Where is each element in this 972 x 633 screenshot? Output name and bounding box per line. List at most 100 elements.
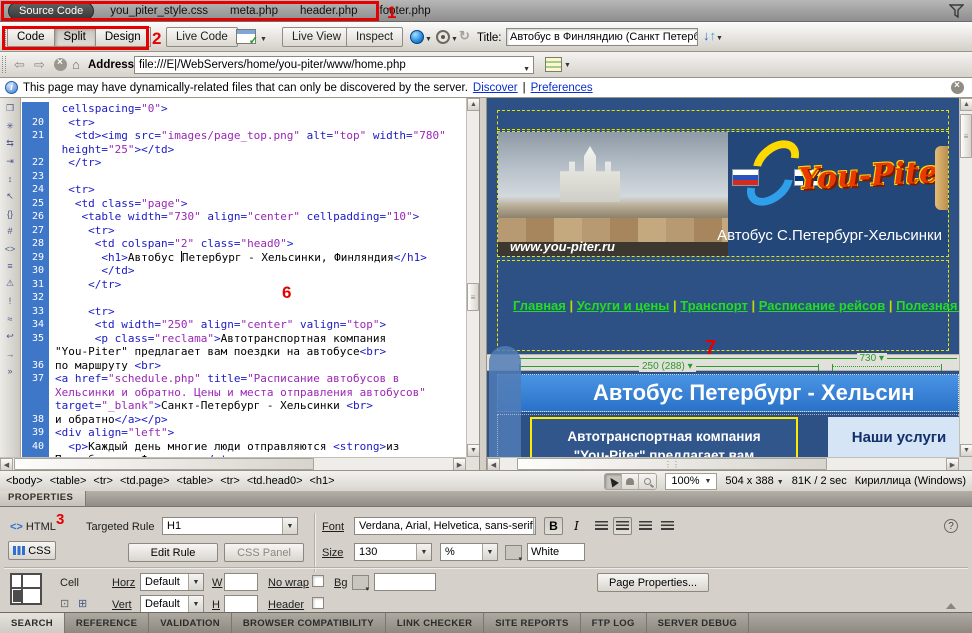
code-line[interactable]: 39<div align="left"> xyxy=(22,426,466,440)
tag-selector-item[interactable]: <table> xyxy=(50,475,87,487)
code-line[interactable]: 26 <table width="730" align="center" cel… xyxy=(22,210,466,224)
code-line[interactable]: 34 <td width="250" align="center" valign… xyxy=(22,318,466,332)
page-properties-button[interactable]: Page Properties... xyxy=(597,573,709,592)
vert-select[interactable]: Default▼ xyxy=(140,595,204,613)
edit-rule-button[interactable]: Edit Rule xyxy=(128,543,218,562)
code-line[interactable]: 35 <p class="reclama">Автотранспортная к… xyxy=(22,332,466,346)
no-wrap-checkbox[interactable] xyxy=(312,575,324,587)
italic-button[interactable]: I xyxy=(567,517,586,535)
nav-link-услуги-и-цены[interactable]: Услуги и цены xyxy=(577,298,670,313)
code-line[interactable]: 28 <td colspan="2" class="head0"> xyxy=(22,237,466,251)
code-line[interactable]: 30 </td> xyxy=(22,264,466,278)
inner-column-width-label[interactable]: 250 (288) ▾ xyxy=(639,361,696,372)
discover-link[interactable]: Discover xyxy=(473,82,518,94)
window-size-value[interactable]: 504 x 388 ▼ xyxy=(725,475,783,487)
expand-all-icon[interactable]: ↕ xyxy=(2,171,19,186)
hand-tool-icon[interactable] xyxy=(622,474,639,489)
visual-aids-dropdown-icon[interactable]: ▼ xyxy=(451,36,458,43)
bg-color-input[interactable] xyxy=(374,573,436,591)
align-center-icon[interactable] xyxy=(613,517,632,535)
live-view-button[interactable]: Live View xyxy=(282,27,351,47)
align-justify-icon[interactable] xyxy=(658,517,677,535)
zoom-tool-icon[interactable] xyxy=(639,474,656,489)
css-mode-button[interactable]: CSS xyxy=(8,541,56,560)
view-options-dropdown-icon[interactable]: ▼ xyxy=(564,62,571,69)
check-page-dropdown-icon[interactable]: ▼ xyxy=(260,36,267,43)
results-tab-reference[interactable]: REFERENCE xyxy=(65,613,149,633)
html-mode-button[interactable]: <> HTML xyxy=(10,521,56,533)
code-line[interactable]: 40 <p>Каждый день многие люди отправляют… xyxy=(22,440,466,454)
code-line[interactable]: 27 <tr> xyxy=(22,224,466,238)
code-line[interactable]: 38и обратно</a></p> xyxy=(22,413,466,427)
promo-box[interactable]: Автотранспортная компания "You-Piter" пр… xyxy=(530,417,798,457)
code-vscroll-thumb[interactable]: ≡ xyxy=(467,283,479,311)
design-canvas[interactable]: You-Piter Автобус С.Петербург-Хельсинки … xyxy=(487,98,959,457)
outer-table-width-label[interactable]: 730 ▾ xyxy=(857,353,888,364)
results-tab-validation[interactable]: VALIDATION xyxy=(149,613,232,633)
table-row-outline[interactable] xyxy=(497,110,949,130)
css-panel-button[interactable]: CSS Panel xyxy=(224,543,304,562)
size-select[interactable]: 130▼ xyxy=(354,543,432,561)
horz-select[interactable]: Default▼ xyxy=(140,573,204,591)
live-code-button[interactable]: Live Code xyxy=(166,27,238,47)
related-file-footer-php[interactable]: footer.php xyxy=(380,5,431,17)
pane-splitter[interactable] xyxy=(479,98,487,470)
view-button-code[interactable]: Code xyxy=(7,27,55,47)
w-input[interactable] xyxy=(224,573,258,591)
nav-menu-cell[interactable]: Главная | Услуги и цены | Транспорт | Ра… xyxy=(497,260,949,351)
help-icon[interactable]: ? xyxy=(944,519,958,533)
bold-button[interactable]: B xyxy=(544,517,563,535)
code-editor[interactable]: cellspacing="0">20 <tr>21 <td><img src="… xyxy=(22,98,466,457)
services-box[interactable]: Наши услуги xyxy=(828,417,959,457)
header-checkbox[interactable] xyxy=(312,597,324,609)
preview-in-browser-icon[interactable] xyxy=(410,30,424,44)
view-button-split[interactable]: Split xyxy=(54,27,96,47)
bg-color-swatch[interactable] xyxy=(352,575,369,590)
show-code-navigator-icon[interactable]: ✳ xyxy=(2,119,19,134)
related-file-meta-php[interactable]: meta.php xyxy=(230,5,278,17)
balance-braces-icon[interactable]: {} xyxy=(2,206,19,221)
recent-snippets-icon[interactable]: ↩ xyxy=(2,329,19,344)
tag-selector-item[interactable]: <h1> xyxy=(310,475,335,487)
view-options-icon[interactable] xyxy=(545,57,562,72)
related-file-header-php[interactable]: header.php xyxy=(300,5,358,17)
tag-selector-item[interactable]: <td.page> xyxy=(120,475,170,487)
open-documents-icon[interactable]: ❐ xyxy=(2,101,19,116)
design-horizontal-scrollbar[interactable]: ◀ ⋮⋮ ▶ xyxy=(487,457,959,470)
select-parent-tag-icon[interactable]: ↖ xyxy=(2,189,19,204)
indent-code-icon[interactable]: → xyxy=(2,346,19,361)
code-line[interactable]: 29 <h1>Автобус Петербург - Хельсинки, Фи… xyxy=(22,251,466,265)
address-dropdown-icon[interactable]: ▼ xyxy=(523,62,530,78)
design-vertical-scrollbar[interactable]: ▲ ≡ ▼ xyxy=(959,98,972,457)
toolbar-grip[interactable] xyxy=(2,26,6,47)
results-tab-server-debug[interactable]: SERVER DEBUG xyxy=(647,613,749,633)
collapse-panel-icon[interactable] xyxy=(946,603,956,609)
scroll-down-icon[interactable]: ▼ xyxy=(960,444,972,457)
code-line[interactable]: height="25"></td> xyxy=(22,143,466,157)
font-select[interactable]: Verdana, Arial, Helvetica, sans-serif▼ xyxy=(354,517,536,535)
address-bar-grip[interactable] xyxy=(2,56,6,73)
targeted-rule-select[interactable]: H1▼ xyxy=(162,517,298,535)
remove-comment-icon[interactable]: ! xyxy=(2,294,19,309)
code-line[interactable]: 23 xyxy=(22,170,466,184)
home-icon[interactable]: ⌂ xyxy=(72,57,80,72)
syntax-error-alerts-icon[interactable]: ≡ xyxy=(2,259,19,274)
merge-cells-icon[interactable]: ⊡ xyxy=(60,597,69,610)
code-line[interactable]: 31 </tr> xyxy=(22,278,466,292)
split-cell-icon[interactable]: ⊞ xyxy=(78,597,87,610)
size-unit-select[interactable]: %▼ xyxy=(440,543,498,561)
code-line[interactable]: "You-Piter" предлагает вам поездки на ав… xyxy=(22,345,466,359)
code-line[interactable]: 21 <td><img src="images/page_top.png" al… xyxy=(22,129,466,143)
code-vertical-scrollbar[interactable]: ▲ ≡ ▼ xyxy=(466,98,479,457)
wrap-tag-icon[interactable]: ≈ xyxy=(2,311,19,326)
tag-selector-item[interactable]: <body> xyxy=(6,475,43,487)
check-browser-compatibility-icon[interactable] xyxy=(236,29,256,44)
filter-icon[interactable] xyxy=(949,4,964,21)
results-tab-ftp-log[interactable]: FTP LOG xyxy=(581,613,647,633)
code-hscroll-thumb[interactable] xyxy=(14,458,314,470)
results-tab-browser-compatibility[interactable]: BROWSER COMPATIBILITY xyxy=(232,613,386,633)
back-icon[interactable]: ⇦ xyxy=(14,57,25,73)
collapse-panel-icon[interactable]: » xyxy=(2,364,19,379)
code-line[interactable]: target="_blank">Санкт-Петербург - Хельси… xyxy=(22,399,466,413)
code-line[interactable]: 20 <tr> xyxy=(22,116,466,130)
